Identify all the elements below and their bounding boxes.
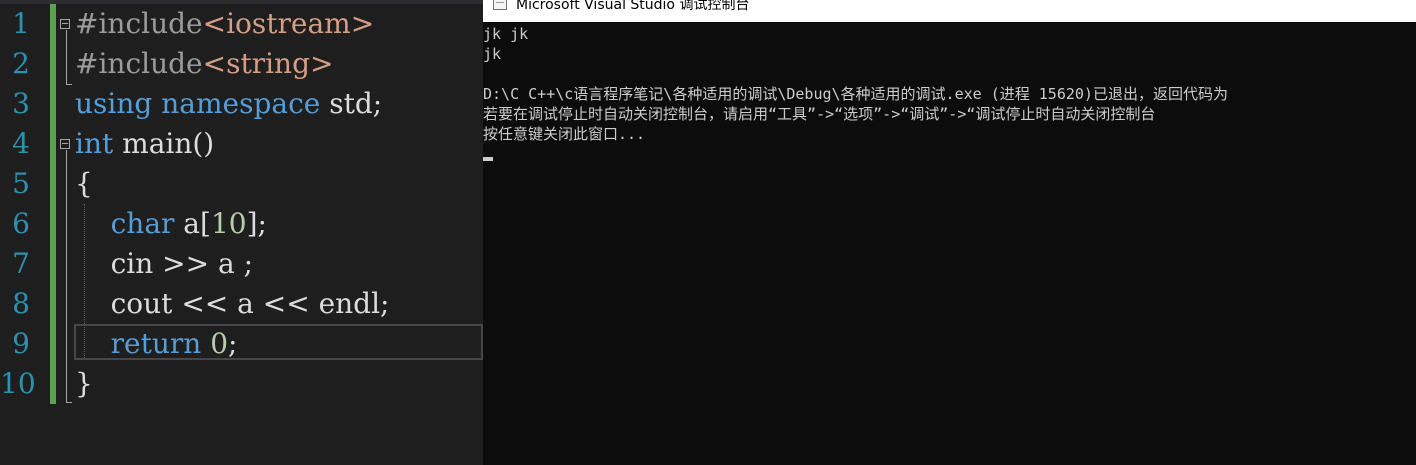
console-line: D:\C C++\c语言程序笔记\各种适用的调试\Debug\各种适用的调试.e…: [483, 85, 1228, 103]
console-line: jk: [483, 45, 502, 63]
fold-guide-end: [66, 84, 72, 85]
code-token: ];: [246, 207, 267, 240]
code-token: #include: [75, 7, 203, 40]
code-line[interactable]: #include<string>: [75, 44, 483, 84]
code-line[interactable]: char a[10];: [75, 204, 483, 244]
line-number: 5: [12, 167, 30, 200]
code-token: char: [110, 207, 175, 240]
line-number: 4: [12, 127, 30, 160]
debug-console-window[interactable]: Microsoft Visual Studio 调试控制台 jk jk jk D:\…: [483, 0, 1416, 465]
line-number: 2: [12, 47, 30, 80]
console-cursor: [483, 157, 493, 161]
code-line[interactable]: }: [75, 364, 483, 404]
code-token: }: [75, 367, 93, 400]
collapse-icon[interactable]: [60, 19, 70, 29]
line-number: 9: [12, 327, 30, 360]
code-token: return: [110, 327, 202, 360]
code-token: cin >> a ;: [75, 247, 254, 280]
console-line: 若要在调试停止时自动关闭控制台，请启用“工具”->“选项”->“调试”->“调试…: [483, 105, 1156, 123]
code-line[interactable]: return 0;: [75, 324, 483, 364]
code-token: <iostream>: [202, 7, 375, 40]
code-token: a[: [174, 207, 211, 240]
code-token: 10: [210, 207, 247, 240]
line-number: 8: [12, 287, 30, 320]
collapse-icon[interactable]: [60, 139, 70, 149]
code-line[interactable]: {: [75, 164, 483, 204]
fold-guide-line: [66, 30, 68, 84]
code-token: main(): [113, 127, 215, 160]
code-line[interactable]: cin >> a ;: [75, 244, 483, 284]
code-line[interactable]: int main(): [75, 124, 483, 164]
line-number: 7: [12, 247, 30, 280]
code-token: <string>: [202, 47, 334, 80]
console-app-icon: [493, 0, 507, 10]
code-token: int: [75, 127, 114, 160]
code-token: std;: [320, 87, 383, 120]
line-number: 10: [0, 367, 36, 400]
code-token: {: [75, 167, 93, 200]
code-line[interactable]: using namespace std;: [75, 84, 483, 124]
code-line[interactable]: #include<iostream>: [75, 4, 483, 44]
code-token: cout << a << endl;: [75, 287, 390, 320]
code-token: using: [75, 87, 153, 120]
code-editor[interactable]: 1 2 3 4 5 6 7 8 9 10 #include<iostream> #…: [0, 0, 483, 465]
code-token: 0: [210, 327, 229, 360]
line-number: 1: [12, 7, 30, 40]
console-title: Microsoft Visual Studio 调试控制台: [516, 0, 750, 13]
console-line: 按任意键关闭此窗口...: [483, 125, 646, 143]
change-tracking-bar: [50, 4, 56, 404]
console-line: jk jk: [483, 25, 529, 43]
console-title-bar[interactable]: Microsoft Visual Studio 调试控制台: [483, 0, 1416, 22]
code-token: ;: [228, 327, 238, 360]
fold-guide-end: [66, 402, 72, 403]
fold-guide-line: [66, 150, 68, 402]
code-token: #include: [75, 47, 203, 80]
line-number: 6: [12, 207, 30, 240]
code-line[interactable]: cout << a << endl;: [75, 284, 483, 324]
code-token: namespace: [161, 87, 321, 120]
line-number: 3: [12, 87, 30, 120]
